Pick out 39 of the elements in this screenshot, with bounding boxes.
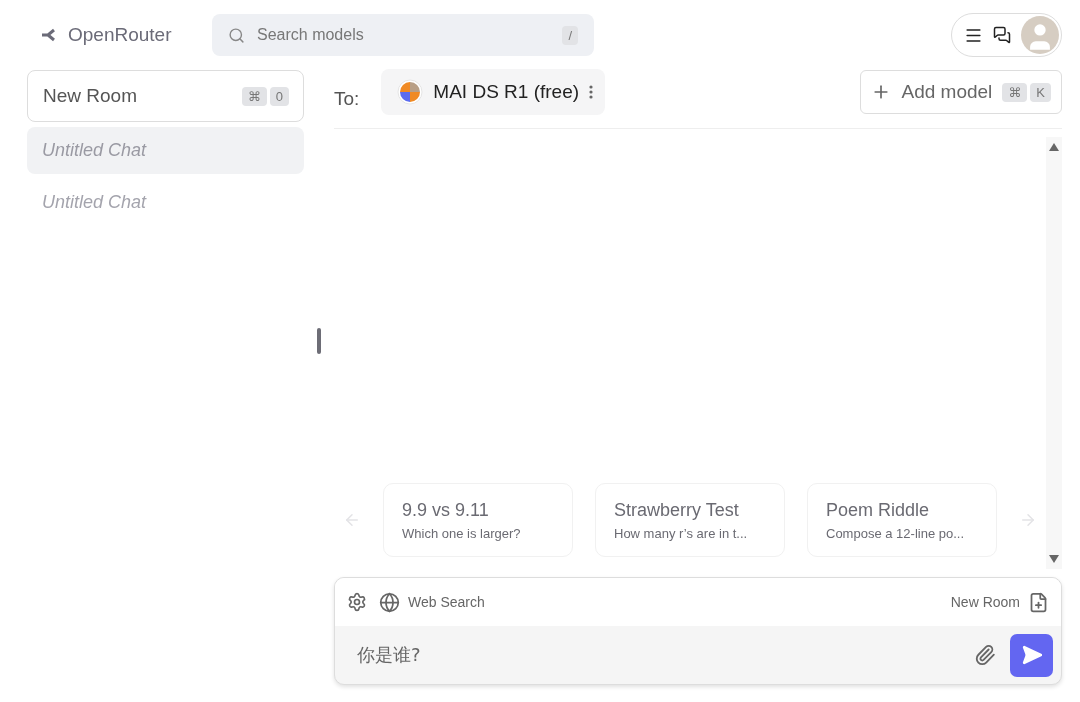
shortcut-key: 0 (269, 86, 289, 106)
file-plus-icon (1028, 591, 1049, 613)
search-input[interactable]: Search models (255, 25, 553, 45)
shortcut-key: ⌘ (241, 86, 267, 106)
model-chip[interactable]: MAI DS R1 (free) (381, 69, 606, 115)
suggestion-card[interactable]: Strawberry Test How many r’s are in t... (595, 483, 785, 557)
suggestion-title: 9.9 vs 9.11 (402, 499, 489, 521)
shortcut-key: / (562, 25, 578, 45)
to-label: To: (334, 88, 360, 110)
resize-handle[interactable] (317, 328, 321, 354)
shortcut-key: ⌘ (1002, 82, 1028, 102)
suggestion-card[interactable]: 9.9 vs 9.11 Which one is larger? (383, 483, 573, 557)
settings-icon[interactable] (347, 592, 367, 612)
search-field[interactable]: Search models / (212, 14, 594, 56)
suggestion-title: Strawberry Test (614, 499, 739, 521)
logo-text: OpenRouter (68, 24, 172, 46)
chat-icon[interactable] (993, 26, 1011, 44)
send-icon (1020, 644, 1043, 666)
add-model-button[interactable]: Add model ⌘ K (860, 70, 1062, 114)
scrollbar[interactable] (1046, 137, 1062, 569)
shortcut-key: K (1030, 82, 1051, 102)
message-input[interactable]: 你是谁? (355, 643, 960, 667)
new-room-button[interactable]: New Room (950, 591, 1049, 613)
search-icon (228, 26, 245, 44)
model-icon (397, 79, 424, 105)
logo[interactable]: OpenRouter (40, 24, 212, 46)
scroll-up-icon[interactable] (1049, 143, 1059, 151)
new-room-button[interactable]: New Room ⌘ 0 (27, 70, 304, 122)
suggestion-title: Poem Riddle (826, 499, 930, 521)
scroll-down-icon[interactable] (1049, 555, 1059, 563)
suggestion-subtitle: How many r’s are in t... (614, 525, 748, 541)
suggestion-card[interactable]: Poem Riddle Compose a 12-line po... (807, 483, 997, 557)
suggestion-subtitle: Which one is larger? (402, 525, 521, 541)
suggestion-subtitle: Compose a 12-line po... (826, 525, 965, 541)
paperclip-icon[interactable] (974, 644, 996, 666)
globe-icon (379, 591, 400, 613)
more-icon (589, 85, 594, 99)
send-button[interactable] (1010, 633, 1053, 677)
web-search-button[interactable]: Web Search (379, 591, 485, 613)
